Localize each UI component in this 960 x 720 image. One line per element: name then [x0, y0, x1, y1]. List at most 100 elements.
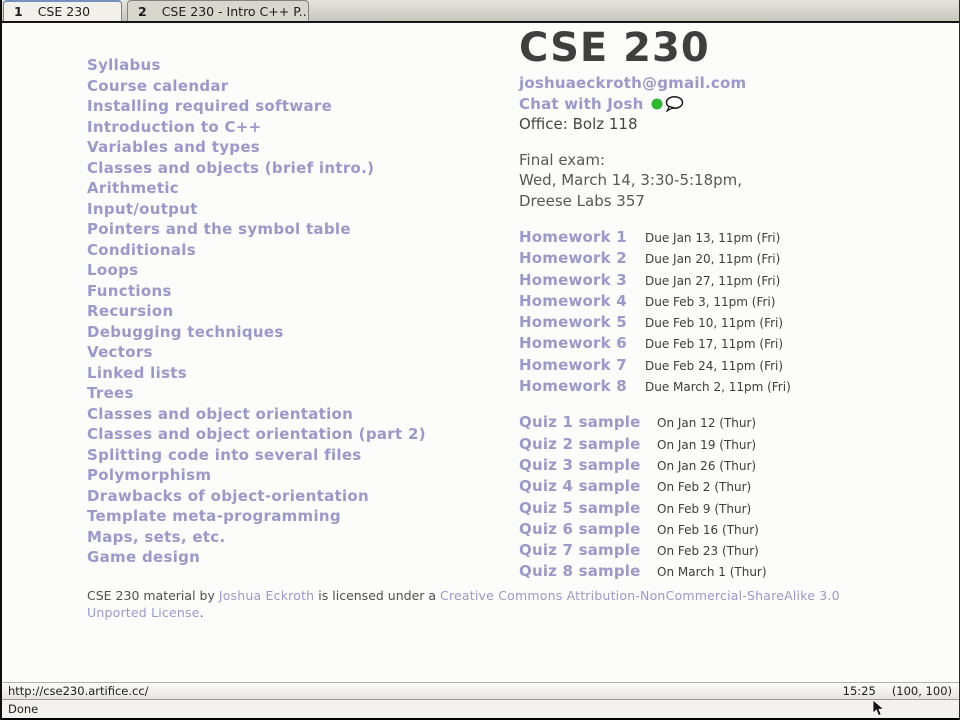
quiz-6-sample-link[interactable]: Quiz 6 sample	[519, 519, 657, 539]
homework-5-link[interactable]: Homework 5	[519, 312, 645, 332]
homework-2-due: Due Jan 20, 11pm (Fri)	[645, 252, 781, 267]
sidebar-item-arithmetic[interactable]: Arithmetic	[87, 178, 426, 199]
tab-cse230[interactable]: 1 CSE 230	[3, 0, 122, 21]
homework-6-due: Due Feb 17, 11pm (Fri)	[645, 337, 784, 352]
quiz-4-sample-link[interactable]: Quiz 4 sample	[519, 476, 657, 496]
sidebar-item-vectors[interactable]: Vectors	[87, 342, 426, 363]
speech-bubble-icon	[665, 96, 683, 113]
page-content: Syllabus Course calendar Installing requ…	[2, 25, 959, 682]
homework-8-due: Due March 2, 11pm (Fri)	[645, 380, 791, 395]
homework-list: Homework 1 Due Jan 13, 11pm (Fri) Homewo…	[519, 227, 949, 397]
quiz-row: Quiz 2 sample On Jan 19 (Thur)	[519, 434, 949, 455]
sidebar-item-linked-lists[interactable]: Linked lists	[87, 363, 426, 384]
quiz-7-date: On Feb 23 (Thur)	[657, 544, 759, 559]
browser-tab-bar: 1 CSE 230 2 CSE 230 - Intro C++ P...	[0, 0, 960, 23]
homework-row: Homework 2 Due Jan 20, 11pm (Fri)	[519, 248, 949, 269]
tab-title: CSE 230 - Intro C++ P...	[161, 3, 309, 19]
quiz-1-sample-link[interactable]: Quiz 1 sample	[519, 412, 657, 432]
load-status: Done	[8, 702, 39, 716]
homework-8-link[interactable]: Homework 8	[519, 376, 645, 396]
tab-number: 2	[138, 3, 147, 19]
sidebar-item-input-output[interactable]: Input/output	[87, 199, 426, 220]
sidebar-item-course-calendar[interactable]: Course calendar	[87, 76, 426, 97]
clock: 15:25	[842, 684, 876, 698]
homework-4-due: Due Feb 3, 11pm (Fri)	[645, 294, 776, 309]
quiz-5-sample-link[interactable]: Quiz 5 sample	[519, 498, 657, 518]
quiz-3-sample-link[interactable]: Quiz 3 sample	[519, 455, 657, 475]
final-exam-location: Dreese Labs 357	[519, 191, 645, 210]
tab-number: 1	[14, 4, 23, 19]
quiz-2-date: On Jan 19 (Thur)	[657, 437, 757, 452]
sidebar-item-maps-sets[interactable]: Maps, sets, etc.	[87, 527, 426, 548]
email-link[interactable]: joshuaeckroth@gmail.com	[519, 74, 746, 92]
status-url-bar: http://cse230.artifice.cc/ 15:25 (100, 1…	[0, 682, 960, 700]
presence-online-icon	[651, 98, 663, 110]
final-exam-block: Final exam: Wed, March 14, 3:30-5:18pm, …	[519, 150, 949, 212]
tab-cse230-intro[interactable]: 2 CSE 230 - Intro C++ P...	[127, 0, 309, 21]
quiz-row: Quiz 8 sample On March 1 (Thur)	[519, 561, 949, 582]
sidebar-item-template-meta[interactable]: Template meta-programming	[87, 506, 426, 527]
homework-1-link[interactable]: Homework 1	[519, 227, 645, 247]
homework-row: Homework 7 Due Feb 24, 11pm (Fri)	[519, 355, 949, 376]
license-footer: CSE 230 material by Joshua Eckroth is li…	[87, 588, 873, 621]
license-text-suffix: .	[199, 604, 204, 620]
quiz-3-date: On Jan 26 (Thur)	[657, 458, 757, 473]
sidebar-item-splitting-code[interactable]: Splitting code into several files	[87, 445, 426, 466]
quiz-7-sample-link[interactable]: Quiz 7 sample	[519, 540, 657, 560]
homework-row: Homework 8 Due March 2, 11pm (Fri)	[519, 376, 949, 397]
quiz-row: Quiz 5 sample On Feb 9 (Thur)	[519, 498, 949, 519]
homework-row: Homework 4 Due Feb 3, 11pm (Fri)	[519, 291, 949, 312]
final-exam-time: Wed, March 14, 3:30-5:18pm,	[519, 171, 743, 189]
sidebar-item-trees[interactable]: Trees	[87, 383, 426, 404]
quiz-4-date: On Feb 2 (Thur)	[657, 480, 752, 495]
homework-2-link[interactable]: Homework 2	[519, 248, 645, 268]
quiz-8-sample-link[interactable]: Quiz 8 sample	[519, 561, 657, 581]
quiz-row: Quiz 7 sample On Feb 23 (Thur)	[519, 540, 949, 561]
sidebar-item-loops[interactable]: Loops	[87, 260, 426, 281]
quiz-list: Quiz 1 sample On Jan 12 (Thur) Quiz 2 sa…	[519, 412, 949, 582]
homework-3-link[interactable]: Homework 3	[519, 270, 645, 290]
window-border-left	[0, 0, 2, 720]
quiz-8-date: On March 1 (Thur)	[657, 565, 767, 580]
mouse-cursor-icon	[872, 699, 885, 720]
sidebar-item-classes-orientation-2[interactable]: Classes and object orientation (part 2)	[87, 424, 426, 445]
homework-7-link[interactable]: Homework 7	[519, 355, 645, 375]
quiz-row: Quiz 4 sample On Feb 2 (Thur)	[519, 476, 949, 497]
homework-6-link[interactable]: Homework 6	[519, 333, 645, 353]
license-text-prefix: CSE 230 material by	[87, 588, 219, 603]
mouse-coordinates: (100, 100)	[891, 684, 952, 698]
quiz-1-date: On Jan 12 (Thur)	[657, 416, 757, 431]
homework-row: Homework 6 Due Feb 17, 11pm (Fri)	[519, 333, 949, 354]
sidebar-item-classes-orientation[interactable]: Classes and object orientation	[87, 404, 426, 425]
page-url: http://cse230.artifice.cc/	[8, 684, 149, 698]
quiz-6-date: On Feb 16 (Thur)	[657, 522, 759, 537]
sidebar-item-debugging[interactable]: Debugging techniques	[87, 322, 426, 343]
author-link[interactable]: Joshua Eckroth	[219, 588, 314, 603]
homework-5-due: Due Feb 10, 11pm (Fri)	[645, 316, 784, 331]
quiz-2-sample-link[interactable]: Quiz 2 sample	[519, 434, 657, 454]
homework-4-link[interactable]: Homework 4	[519, 291, 645, 311]
sidebar-item-conditionals[interactable]: Conditionals	[87, 240, 426, 261]
homework-7-due: Due Feb 24, 11pm (Fri)	[645, 358, 784, 373]
quiz-row: Quiz 1 sample On Jan 12 (Thur)	[519, 412, 949, 433]
sidebar-item-variables-types[interactable]: Variables and types	[87, 137, 426, 158]
page-title: CSE 230	[519, 25, 710, 71]
homework-row: Homework 3 Due Jan 27, 11pm (Fri)	[519, 270, 949, 291]
sidebar-item-polymorphism[interactable]: Polymorphism	[87, 465, 426, 486]
sidebar-item-drawbacks-oo[interactable]: Drawbacks of object-orientation	[87, 486, 426, 507]
sidebar-item-game-design[interactable]: Game design	[87, 547, 426, 568]
final-exam-heading: Final exam:	[519, 150, 606, 169]
sidebar-item-intro-cpp[interactable]: Introduction to C++	[87, 117, 426, 138]
chat-link[interactable]: Chat with Josh	[519, 94, 644, 115]
contact-block: joshuaeckroth@gmail.com Chat with Josh O…	[519, 73, 949, 135]
main-column: CSE 230 joshuaeckroth@gmail.com Chat wit…	[519, 26, 949, 583]
sidebar-item-recursion[interactable]: Recursion	[87, 301, 426, 322]
homework-row: Homework 1 Due Jan 13, 11pm (Fri)	[519, 227, 949, 248]
sidebar-item-classes-objects-intro[interactable]: Classes and objects (brief intro.)	[87, 158, 426, 179]
sidebar-item-pointers-symbol-table[interactable]: Pointers and the symbol table	[87, 219, 426, 240]
sidebar-item-installing-software[interactable]: Installing required software	[87, 96, 426, 117]
tab-title: CSE 230	[37, 4, 91, 19]
sidebar-item-syllabus[interactable]: Syllabus	[87, 55, 426, 76]
sidebar-item-functions[interactable]: Functions	[87, 281, 426, 302]
office-location: Office: Bolz 118	[519, 115, 638, 133]
